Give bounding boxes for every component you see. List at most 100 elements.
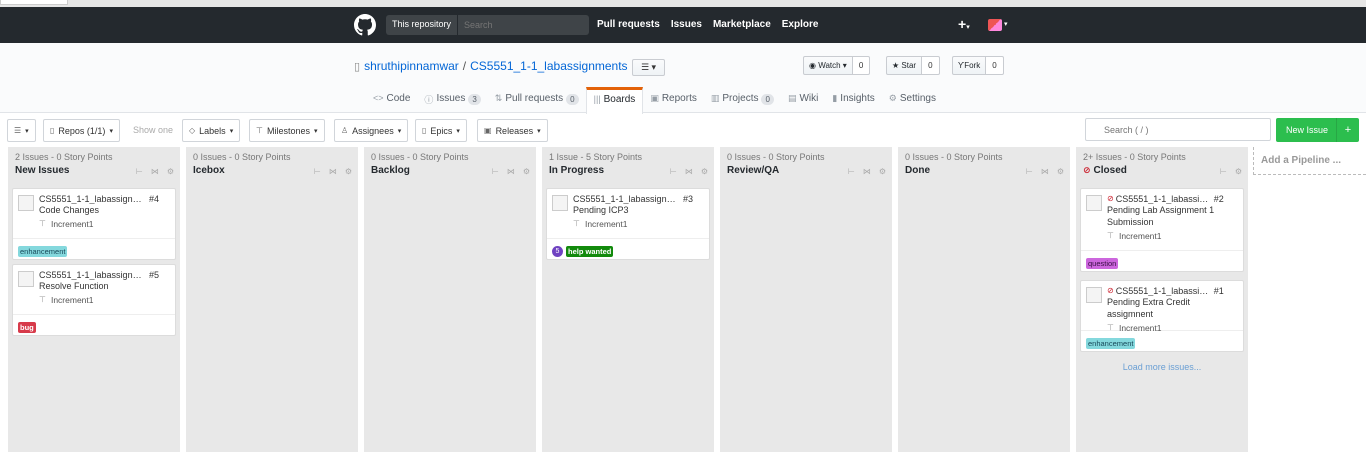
gear-icon[interactable]: ⚙ — [879, 167, 886, 176]
card-title: CS5551_1-1_labassignme... #4 — [39, 194, 169, 204]
tab-boards[interactable]: ||| Boards — [585, 87, 644, 114]
card-issue-title[interactable]: Resolve Function — [39, 280, 169, 292]
repos-filter[interactable]: ▯ Repos (1/1) ▾ — [43, 119, 120, 142]
labels-filter-label: Labels — [199, 125, 226, 136]
list-toggle-button[interactable]: ☰ ▾ — [632, 59, 665, 76]
milestone-text: Increment1 — [50, 219, 94, 229]
collapse-icon[interactable]: ⋈ — [863, 167, 871, 176]
board-search-input[interactable] — [1085, 118, 1271, 141]
watch-button[interactable]: ◉ Watch ▾ — [803, 56, 853, 75]
issue-card[interactable]: CS5551_1-1_labassignme... #3 Pending ICP3… — [546, 188, 710, 260]
tab-code[interactable]: <> Code — [366, 87, 417, 113]
pin-icon[interactable]: ⊢ — [670, 167, 677, 176]
tab-pull-requests[interactable]: ⇅ Pull requests 0 — [488, 87, 586, 113]
chevron-down-icon: ▾ — [314, 127, 318, 135]
pin-icon[interactable]: ⊢ — [314, 167, 321, 176]
wiki-icon: ▤ — [787, 93, 797, 103]
label-help-wanted[interactable]: help wanted — [566, 246, 614, 257]
pin-icon[interactable]: ⊢ — [136, 167, 143, 176]
issue-card[interactable]: ⊘ CS5551_1-1_labassign... #2 Pending Lab A… — [1080, 188, 1244, 272]
watch-count[interactable]: 0 — [852, 56, 871, 75]
tab-issues[interactable]: ⓘ Issues 3 — [417, 87, 487, 113]
tab-projects[interactable]: ▥ Projects 0 — [704, 87, 781, 113]
gear-icon[interactable]: ⚙ — [1235, 167, 1242, 176]
github-logo-icon[interactable] — [354, 14, 376, 36]
card-issue-title-cont[interactable]: Submission — [1107, 216, 1237, 228]
nav-marketplace[interactable]: Marketplace — [713, 19, 771, 30]
pin-icon[interactable]: ⊢ — [1220, 167, 1227, 176]
board-settings-button[interactable]: ☰ ▾ — [7, 119, 36, 142]
add-pipeline-button[interactable]: Add a Pipeline ... — [1253, 147, 1366, 175]
issue-card[interactable]: ⊘ CS5551_1-1_labassign... #1 Pending Extra… — [1080, 280, 1244, 352]
pin-icon[interactable]: ⊢ — [1026, 167, 1033, 176]
star-button[interactable]: ★ Star — [886, 56, 923, 75]
releases-filter[interactable]: ▣ Releases ▾ — [477, 119, 548, 142]
nav-pull-requests[interactable]: Pull requests — [597, 19, 660, 30]
fork-count[interactable]: 0 — [986, 56, 1004, 75]
show-one-toggle[interactable]: Show one — [133, 125, 173, 135]
repo-owner-link[interactable]: shruthipinnamwar — [364, 59, 459, 73]
avatar-caret-icon[interactable]: ▾ — [1004, 20, 1008, 28]
pin-icon[interactable]: ⊢ — [848, 167, 855, 176]
card-issue-title[interactable]: Code Changes — [39, 204, 169, 216]
gear-icon[interactable]: ⚙ — [345, 167, 352, 176]
assignees-filter[interactable]: ♙ Assignees ▾ — [334, 119, 409, 142]
card-issue-title[interactable]: Pending Lab Assignment 1 — [1107, 204, 1237, 216]
pin-icon[interactable]: ⊢ — [492, 167, 499, 176]
create-new-button[interactable]: +▾ — [958, 16, 970, 32]
card-repo: CS5551_1-1_labassignme... — [39, 270, 147, 280]
label-enhancement[interactable]: enhancement — [1086, 338, 1136, 349]
collapse-icon[interactable]: ⋈ — [1041, 167, 1049, 176]
repo-title: ▯ shruthipinnamwar / CS5551_1-1_labassig… — [354, 59, 628, 73]
collapse-icon[interactable]: ⋈ — [329, 167, 337, 176]
issue-card[interactable]: CS5551_1-1_labassignme... #4 Code Changes… — [12, 188, 176, 260]
card-number: #3 — [683, 194, 694, 204]
pipeline-meta: 0 Issues - 0 Story Points — [193, 152, 291, 162]
collapse-icon[interactable]: ⋈ — [507, 167, 515, 176]
assignee-avatar — [1086, 195, 1102, 211]
tab-settings[interactable]: ⚙ Settings — [882, 87, 943, 113]
load-more-issues-link[interactable]: Load more issues... — [1076, 362, 1248, 372]
new-issue-button[interactable]: New Issue + — [1276, 118, 1359, 142]
projects-icon: ▥ — [710, 93, 720, 103]
milestone-icon: ⊤ — [39, 219, 46, 228]
gear-icon[interactable]: ⚙ — [167, 167, 174, 176]
card-repo: CS5551_1-1_labassign... — [1115, 286, 1212, 296]
issue-card[interactable]: CS5551_1-1_labassignme... #5 Resolve Func… — [12, 264, 176, 336]
label-enhancement[interactable]: enhancement — [18, 246, 68, 257]
gear-icon[interactable]: ⚙ — [523, 167, 530, 176]
label-bug[interactable]: bug — [18, 322, 36, 333]
nav-issues[interactable]: Issues — [671, 19, 702, 30]
tab-wiki[interactable]: ▤ Wiki — [781, 87, 825, 113]
card-issue-title[interactable]: Pending ICP3 — [573, 204, 703, 216]
label-question[interactable]: question — [1086, 258, 1119, 269]
repos-filter-label: Repos (1/1) — [58, 125, 106, 136]
tab-insights[interactable]: ▮ Insights — [825, 87, 881, 113]
epics-filter[interactable]: ▯ Epics ▾ — [415, 119, 467, 142]
header-search-input[interactable] — [457, 15, 590, 35]
tab-label: Insights — [840, 93, 875, 104]
browser-tab[interactable] — [0, 0, 68, 5]
labels-filter[interactable]: ◇ Labels ▾ — [182, 119, 241, 142]
collapse-icon[interactable]: ⋈ — [151, 167, 159, 176]
card-issue-title[interactable]: Pending Extra Credit assigmnent — [1107, 296, 1237, 320]
tab-reports[interactable]: ▣ Reports — [643, 87, 704, 113]
fork-label: Fork — [964, 61, 981, 70]
gear-icon[interactable]: ⚙ — [1057, 167, 1064, 176]
star-count[interactable]: 0 — [922, 56, 940, 75]
milestones-filter[interactable]: ⊤ Milestones ▾ — [249, 119, 325, 142]
plus-icon[interactable]: + — [1336, 118, 1359, 142]
nav-explore[interactable]: Explore — [782, 19, 819, 30]
tab-label: Settings — [899, 93, 936, 104]
gear-icon[interactable]: ⚙ — [701, 167, 708, 176]
card-labels: 5 help wanted — [547, 238, 709, 259]
assignee-avatar — [18, 195, 34, 211]
card-number: #1 — [1213, 286, 1224, 296]
user-avatar[interactable] — [988, 19, 1002, 31]
repo-name-link[interactable]: CS5551_1-1_labassignments — [470, 59, 627, 73]
collapse-icon[interactable]: ⋈ — [685, 167, 693, 176]
fork-button[interactable]: ƳFork — [952, 56, 987, 75]
person-icon: ♙ — [341, 126, 349, 135]
card-number: #5 — [149, 270, 160, 280]
milestone-icon: ⊤ — [1107, 231, 1114, 240]
